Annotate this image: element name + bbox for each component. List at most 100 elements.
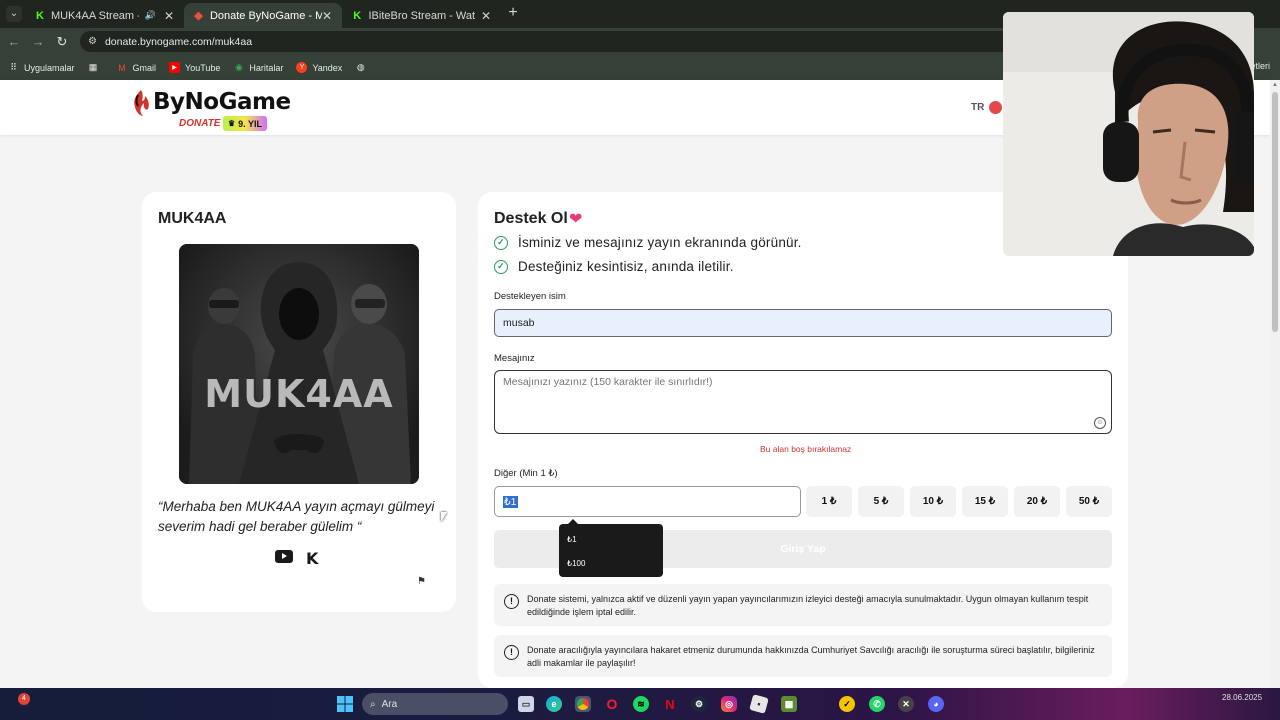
supporter-name-input[interactable]: musab xyxy=(494,309,1112,337)
preset-amount-15-button[interactable]: 15 ₺ xyxy=(962,486,1008,517)
whatsapp-icon[interactable]: ✆ xyxy=(869,696,885,712)
close-tab-icon[interactable]: ✕ xyxy=(481,9,491,23)
preset-amount-10-button[interactable]: 10 ₺ xyxy=(910,486,956,517)
xbox-icon[interactable]: ✕ xyxy=(898,696,914,712)
windows-taskbar: 4 ⌕ Ara ▭ e O ≋ N ⚙ ◎ ▪ ▩ ✓ ✆ ✕ ◕ 28.06.… xyxy=(0,688,1280,720)
discord-icon[interactable]: ◕ xyxy=(928,696,944,712)
custom-amount-input[interactable]: ₺1 xyxy=(494,486,801,517)
tab-muk4aa-stream[interactable]: K MUK4AA Stream - Watch Li 🔊 ✕ xyxy=(26,3,184,28)
logo-donate-label: DONATE xyxy=(179,118,221,129)
minecraft-icon[interactable]: ▩ xyxy=(781,696,797,712)
system-clock[interactable]: 28.06.2025 xyxy=(1222,692,1262,703)
kick-icon: K xyxy=(353,9,362,22)
preset-amount-50-button[interactable]: 50 ₺ xyxy=(1066,486,1112,517)
amount-range-tooltip: ₺1 ₺100 xyxy=(559,519,663,577)
bookmark-yandex[interactable]: Y Yandex xyxy=(296,62,342,73)
feature-text: İsminiz ve mesajınız yayın ekranında gör… xyxy=(518,235,802,250)
notice-text: Donate aracılığıyla yayıncılara hakaret … xyxy=(527,645,1095,668)
scroll-up-icon[interactable]: ▲ xyxy=(1271,81,1279,89)
back-icon[interactable]: ← xyxy=(6,34,22,50)
search-icon: ⌕ xyxy=(370,698,376,710)
site-info-icon[interactable]: ⚙ xyxy=(88,36,97,47)
bynogame-flame-icon xyxy=(134,90,149,116)
chrome-icon[interactable] xyxy=(575,696,591,712)
emoji-picker-icon[interactable]: ☺ xyxy=(1094,417,1106,429)
task-view-icon[interactable]: ▭ xyxy=(518,696,534,712)
bookmark-haritalar[interactable]: ◉ Haritalar xyxy=(233,62,283,73)
bookmark-label: Haritalar xyxy=(249,62,284,73)
language-selector[interactable]: TR xyxy=(971,102,984,113)
alert-circle-icon: ! xyxy=(504,645,519,660)
check-circle-icon: ✓ xyxy=(494,235,508,250)
instagram-icon[interactable]: ◎ xyxy=(721,696,737,712)
supporter-name-label: Destekleyen isim xyxy=(494,291,566,302)
edge-icon[interactable]: e xyxy=(546,696,562,712)
notice-box: ! Donate aracılığıyla yayıncılara hakare… xyxy=(494,635,1112,677)
youtube-icon[interactable] xyxy=(275,550,293,563)
address-bar[interactable]: ⚙ donate.bynogame.com/muk4aa xyxy=(80,31,1020,52)
streamer-banner-image: MUK4AA xyxy=(179,244,419,484)
grid-icon: ▦ xyxy=(88,62,98,72)
bookmark-label: Yandex xyxy=(312,62,343,73)
youtube-icon: ▶ xyxy=(169,62,181,73)
kick-icon[interactable]: K xyxy=(306,549,318,568)
close-tab-icon[interactable]: ✕ xyxy=(322,9,332,23)
forward-icon[interactable]: → xyxy=(30,34,46,50)
bookmark-label: Gmail xyxy=(132,62,157,73)
feature-item: ✓ Desteğiniz kesintisiz, anında iletilir… xyxy=(494,259,734,274)
weather-badge[interactable]: 4 xyxy=(18,693,30,705)
donate-form-card: Destek Ol ❤ ✓ İsminiz ve mesajınız yayın… xyxy=(478,192,1128,688)
anniversary-badge: ♛ 9. YIL xyxy=(223,116,268,131)
bookmark-gmail[interactable]: M Gmail xyxy=(117,62,157,73)
streamer-bio: “Merhaba ben MUK4AA yayın açmayı gülmeyi… xyxy=(158,499,435,534)
scrollbar-thumb[interactable] xyxy=(1272,92,1278,332)
gmail-icon: M xyxy=(118,62,126,73)
bookmark-apps[interactable]: ⠿ Uygulamalar xyxy=(8,62,75,73)
preset-amount-1-button[interactable]: 1 ₺ xyxy=(806,486,852,517)
tab-title: IBiteBro Stream - Watch Live o xyxy=(368,9,475,22)
spotify-icon[interactable]: ≋ xyxy=(633,696,649,712)
norton-icon[interactable]: ✓ xyxy=(839,696,855,712)
report-flag-icon[interactable]: ⚑ xyxy=(417,576,426,587)
heart-icon: ❤ xyxy=(569,211,583,228)
preset-amount-5-button[interactable]: 5 ₺ xyxy=(858,486,904,517)
tab-ibitebro-stream[interactable]: K IBiteBro Stream - Watch Live o ✕ xyxy=(343,3,501,28)
webcam-person-image xyxy=(1003,12,1254,256)
custom-amount-label: Diğer (Min 1 ₺) xyxy=(494,468,558,479)
turkey-flag-icon[interactable] xyxy=(989,101,1002,114)
banner-title-text: MUK4AA xyxy=(204,372,394,416)
taskbar-search-placeholder: Ara xyxy=(381,698,398,710)
roblox-icon[interactable]: ▪ xyxy=(749,694,769,714)
steam-icon[interactable]: ⚙ xyxy=(691,696,707,712)
notice-text: Donate sistemi, yalnızca aktif ve düzenl… xyxy=(527,594,1089,617)
reload-icon[interactable]: ↻ xyxy=(54,34,70,50)
feature-text: Desteğiniz kesintisiz, anında iletilir. xyxy=(518,259,734,274)
message-textarea[interactable] xyxy=(494,370,1112,434)
tab-search-button[interactable]: ⌄ xyxy=(6,6,22,22)
preset-amount-20-button[interactable]: 20 ₺ xyxy=(1014,486,1060,517)
netflix-icon[interactable]: N xyxy=(662,696,678,712)
yandex-icon: Y xyxy=(296,62,308,73)
clock-date: 28.06.2025 xyxy=(1222,693,1263,702)
message-label: Mesajınız xyxy=(494,353,535,364)
kick-icon: K xyxy=(36,9,44,22)
new-tab-button[interactable]: + xyxy=(505,4,521,22)
close-tab-icon[interactable]: ✕ xyxy=(164,9,174,23)
feature-item: ✓ İsminiz ve mesajınız yayın ekranında g… xyxy=(494,235,802,250)
bookmark-launcher[interactable]: ▦ xyxy=(88,62,104,73)
bookmark-label: Uygulamalar xyxy=(24,62,75,73)
taskbar-search[interactable]: ⌕ Ara xyxy=(362,693,508,715)
audio-icon[interactable]: 🔊 xyxy=(145,10,156,21)
hooded-figures-illustration xyxy=(179,244,419,484)
opera-icon[interactable]: O xyxy=(604,696,620,712)
bookmark-youtube[interactable]: ▶ YouTube xyxy=(169,62,220,73)
bookmark-globe[interactable]: ◍ xyxy=(355,62,371,73)
trophy-icon: ♛ xyxy=(228,119,236,128)
tab-donate-bynogame[interactable]: ◆ Donate ByNoGame - MUK4AA ✕ xyxy=(184,3,342,28)
mouse-cursor-icon xyxy=(441,512,447,522)
streamer-name: MUK4AA xyxy=(158,210,227,227)
amount-value-text: ₺1 xyxy=(503,495,518,508)
windows-start-icon[interactable] xyxy=(337,696,353,712)
globe-icon: ◍ xyxy=(356,62,365,72)
apps-grid-icon: ⠿ xyxy=(10,62,17,72)
